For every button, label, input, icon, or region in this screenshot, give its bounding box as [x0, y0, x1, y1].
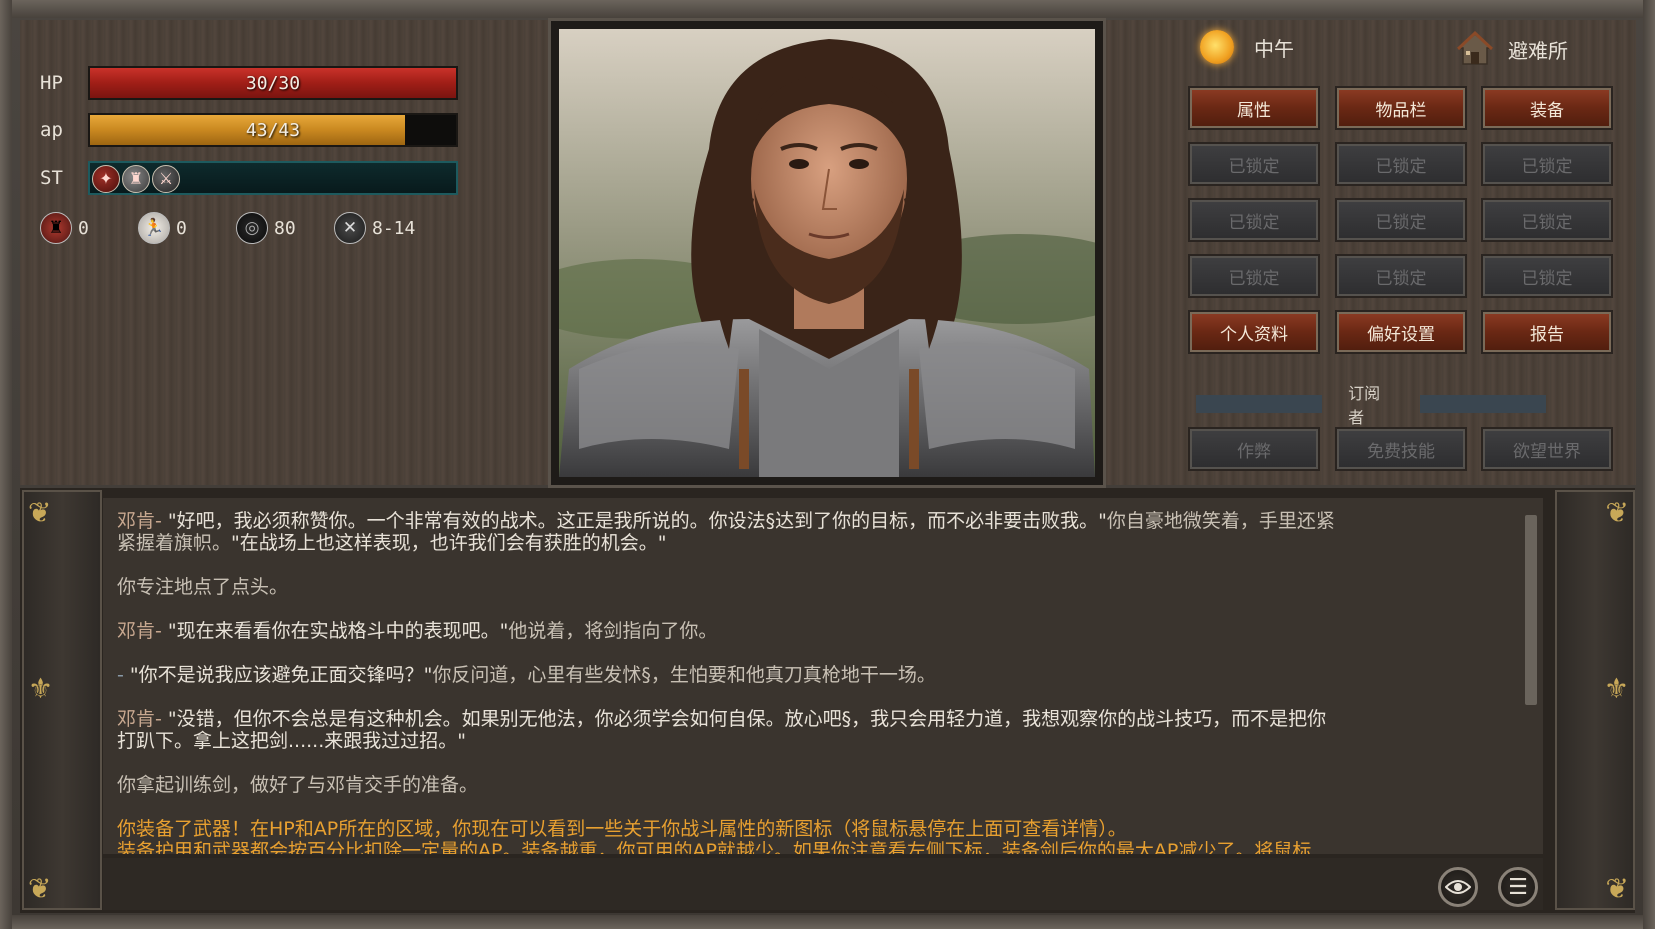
ap-row: ap 43/43 [40, 113, 458, 147]
globe-value: 80 [274, 217, 296, 239]
damage-value: 8-14 [372, 217, 416, 239]
frame-top [0, 0, 1655, 18]
dialogue-paragraph: 邓肯- "没错，但你不会总是有这种机会。如果别无他法，你必须学会如何自保。放心吧… [117, 708, 1527, 752]
locked-button: 已锁定 [1335, 254, 1467, 298]
speech-text: "你不是说我应该避免正面交锋吗？" [129, 664, 433, 686]
narration-paragraph: 你专注地点了点头。 [117, 576, 289, 598]
menu-button[interactable]: ☰ [1498, 867, 1538, 907]
eye-icon [1445, 880, 1471, 894]
locked-button: 已锁定 [1481, 142, 1613, 186]
free-skills-button[interactable]: 免费技能 [1335, 427, 1467, 471]
attributes-button[interactable]: 属性 [1188, 86, 1320, 130]
swords-icon: ✕ [334, 212, 366, 244]
locked-button: 已锁定 [1335, 198, 1467, 242]
right-ornament: ❦ ⚜ ❦ [1555, 490, 1635, 910]
preferences-button[interactable]: 偏好设置 [1335, 310, 1467, 354]
frame-left [0, 0, 12, 929]
narration-text: 紧握着旗帜。 [117, 532, 232, 554]
locked-button: 已锁定 [1188, 142, 1320, 186]
profile-button[interactable]: 个人资料 [1188, 310, 1320, 354]
narration-text: 你自豪地微笑着，手里还紧 [1106, 510, 1335, 532]
hp-value: 30/30 [245, 72, 301, 94]
portrait-art [559, 29, 1095, 477]
location[interactable]: 避难所 [1456, 30, 1568, 68]
character-portrait [559, 29, 1095, 477]
speaker-name: 邓肯- [117, 708, 162, 730]
stance-icon-2[interactable]: ♜ [122, 165, 150, 193]
st-label: ST [40, 167, 63, 189]
speech-text: "好吧，我必须称赞你。一个非常有效的战术。这正是我所说的。你设法§达到了你的目标… [167, 510, 1107, 532]
armor-icon: ♜ [40, 212, 72, 244]
locked-button: 已锁定 [1481, 198, 1613, 242]
eye-button[interactable] [1438, 867, 1478, 907]
locked-button: 已锁定 [1481, 254, 1613, 298]
bottom-toolbar [103, 858, 1543, 910]
dialogue-paragraph: 邓肯- "现在来看看你在实战格斗中的表现吧。"他说着，将剑指向了你。 [117, 620, 1527, 642]
desire-world-button[interactable]: 欲望世界 [1481, 427, 1613, 471]
armor-value: 0 [78, 217, 89, 239]
hp-bar: 30/30 [88, 66, 458, 100]
frame-bottom [0, 915, 1655, 929]
time-of-day-label: 中午 [1254, 36, 1294, 61]
speaker-name: 邓肯- [117, 510, 162, 532]
house-icon [1456, 30, 1494, 65]
st-bar: ✦ ♜ ⚔ [88, 161, 458, 195]
narration-paragraph: 你拿起训练剑，做好了与邓肯交手的准备。 [117, 774, 479, 796]
armor-stat[interactable]: ♜ 0 [40, 212, 138, 244]
subscriber-label: 订阅者 [1348, 384, 1381, 427]
locked-button: 已锁定 [1188, 254, 1320, 298]
speech-text: "现在来看看你在实战格斗中的表现吧。" [167, 620, 509, 642]
st-row: ST ✦ ♜ ⚔ [40, 161, 458, 195]
dialogue-paragraph: 邓肯- "好吧，我必须称赞你。一个非常有效的战术。这正是我所说的。你设法§达到了… [117, 510, 1527, 554]
agility-value: 0 [176, 217, 187, 239]
menu-icon: ☰ [1508, 874, 1528, 900]
ap-label: ap [40, 119, 63, 141]
sun-icon [1200, 30, 1234, 64]
portrait-frame [548, 18, 1106, 488]
cheat-button[interactable]: 作弊 [1188, 427, 1320, 471]
globe-stat[interactable]: ◎ 80 [236, 212, 334, 244]
speech-text: "没错，但你不会总是有这种机会。如果别无他法，你必须学会如何自保。放心吧§，我只… [167, 708, 1327, 730]
equipment-button[interactable]: 装备 [1481, 86, 1613, 130]
locked-button: 已锁定 [1335, 142, 1467, 186]
tutorial-text: 装备护甲和武器都会按百分比扣除一定量的AP。装备越重，你可用的AP就越少。如果你… [117, 840, 1312, 854]
subscriber-bar-left [1196, 395, 1323, 413]
dialogue-scrollbar[interactable] [1525, 515, 1537, 705]
agility-icon: 🏃 [138, 212, 170, 244]
dialogue-log[interactable]: 邓肯- "好吧，我必须称赞你。一个非常有效的战术。这正是我所说的。你设法§达到了… [103, 498, 1543, 854]
choice-dash: - [117, 664, 124, 686]
location-label: 避难所 [1508, 38, 1568, 63]
frame-right [1643, 0, 1655, 929]
hp-row: HP 30/30 [40, 66, 458, 100]
stance-icon-1[interactable]: ✦ [92, 165, 120, 193]
locked-button: 已锁定 [1188, 198, 1320, 242]
speech-text: 打趴下。拿上这把剑......来跟我过过招。" [117, 730, 466, 752]
time-of-day: 中午 [1200, 30, 1294, 64]
globe-icon: ◎ [236, 212, 268, 244]
narration-text: 你反问道，心里有些发怵§，生怕要和他真刀真枪地干一场。 [432, 664, 936, 686]
agility-stat[interactable]: 🏃 0 [138, 212, 236, 244]
narration-text: 他说着，将剑指向了你。 [508, 620, 718, 642]
combat-stats: ♜ 0 🏃 0 ◎ 80 ✕ 8-14 [40, 212, 432, 244]
ap-bar: 43/43 [88, 113, 458, 147]
player-choice-paragraph: - "你不是说我应该避免正面交锋吗？"你反问道，心里有些发怵§，生怕要和他真刀真… [117, 664, 1527, 686]
report-button[interactable]: 报告 [1481, 310, 1613, 354]
speech-text: "在战场上也这样表现，也许我们会有获胜的机会。" [231, 532, 667, 554]
tutorial-text: 你装备了武器！在HP和AP所在的区域，你现在可以看到一些关于你战斗属性的新图标（… [117, 818, 1127, 840]
hp-label: HP [40, 72, 63, 94]
subscriber-divider: 订阅者 [1196, 380, 1547, 428]
subscriber-bar-right [1419, 395, 1547, 413]
stance-icon-3[interactable]: ⚔ [152, 165, 180, 193]
inventory-button[interactable]: 物品栏 [1335, 86, 1467, 130]
speaker-name: 邓肯- [117, 620, 162, 642]
damage-stat[interactable]: ✕ 8-14 [334, 212, 432, 244]
left-ornament: ❦ ⚜ ❦ [22, 490, 102, 910]
ap-value: 43/43 [245, 119, 301, 141]
